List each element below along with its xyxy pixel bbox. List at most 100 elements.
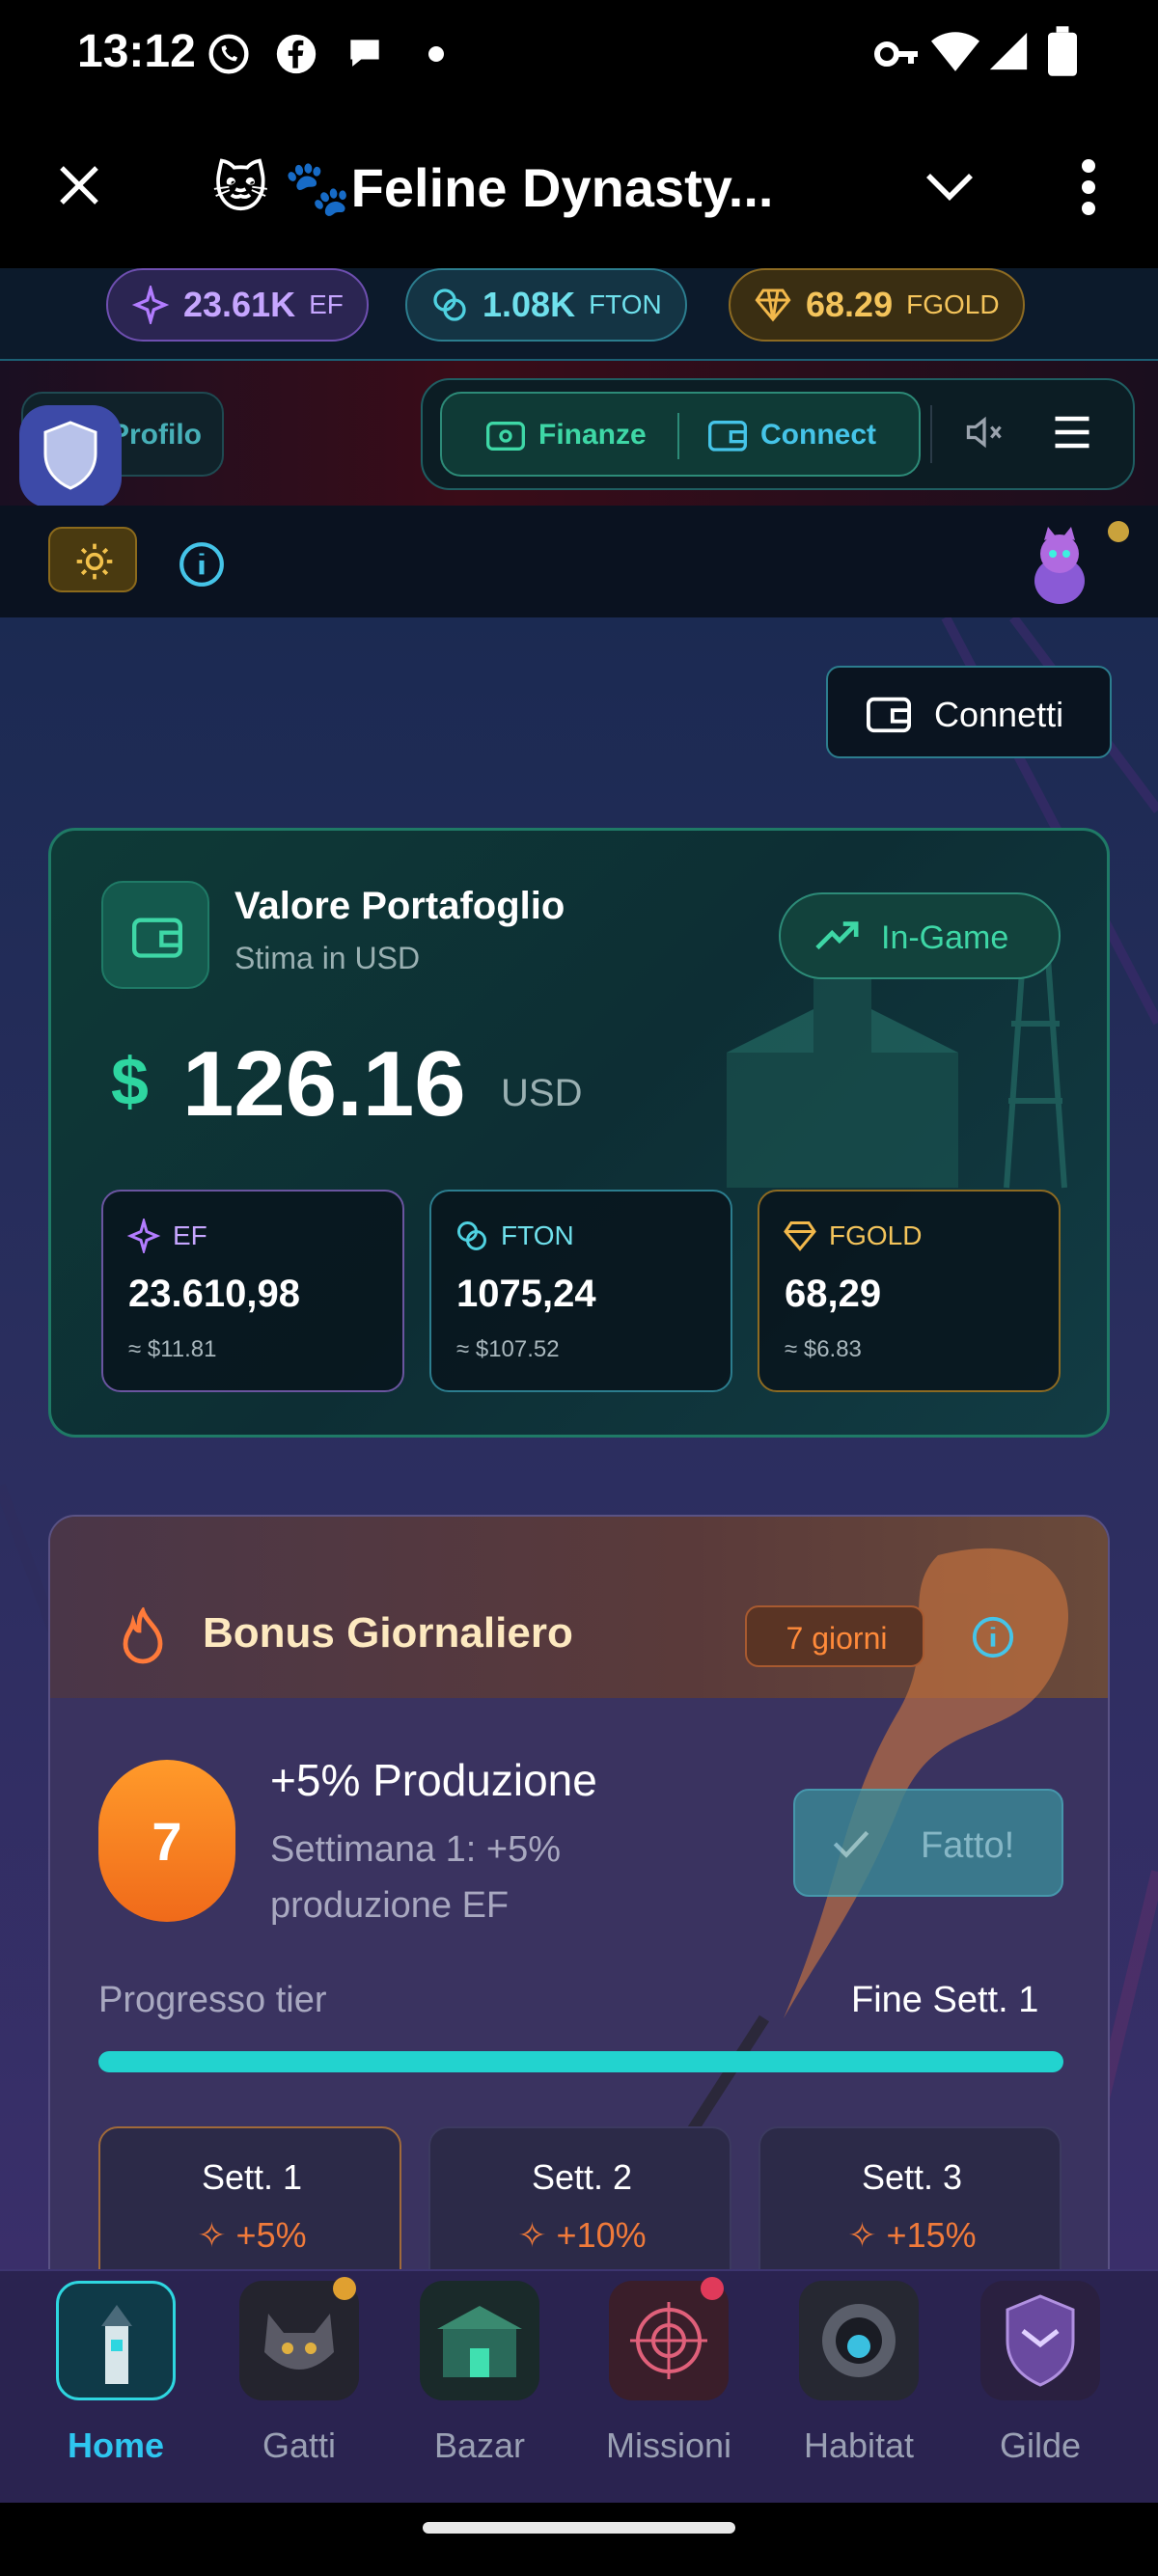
connetti-button[interactable]: Connetti	[826, 666, 1112, 758]
home-indicator[interactable]	[423, 2522, 735, 2534]
week-bonus-value: +5%	[235, 2215, 307, 2255]
divider	[677, 413, 679, 459]
sparkle-icon	[126, 1219, 161, 1253]
sun-icon	[76, 543, 113, 580]
days-badge: 7 giorni	[745, 1605, 924, 1667]
week-label: Sett. 2	[531, 2157, 633, 2197]
asset-card-fton[interactable]: FTON 1075,24 ≈ $107.52	[429, 1190, 732, 1392]
ef-unit: EF	[309, 289, 344, 319]
cat-mascot-icon[interactable]	[1023, 523, 1096, 610]
asset-value: 23.610,98	[128, 1273, 300, 1315]
in-game-badge[interactable]: In-Game	[779, 892, 1061, 979]
fton-unit: FTON	[589, 289, 662, 319]
info-icon[interactable]	[178, 540, 226, 589]
chevron-down-icon[interactable]	[924, 166, 975, 205]
shop-icon	[420, 2281, 539, 2400]
home-icon	[56, 2281, 176, 2400]
asset-usd: ≈ $6.83	[785, 1336, 862, 1362]
currency-pill-fgold[interactable]: 68.29 FGOLD	[729, 268, 1025, 342]
progress-label: Progresso tier	[98, 1980, 327, 2020]
notification-dot-icon	[428, 46, 444, 62]
bottom-nav: Home Gatti Bazar Missioni Habitat Gilde	[0, 2269, 1158, 2503]
check-icon	[833, 1830, 869, 1858]
portfolio-total: 126.16	[182, 1032, 466, 1136]
in-game-label: In-Game	[881, 919, 1009, 956]
daily-bonus-card: Bonus Giornaliero 7 giorni 7 +5% Produzi…	[48, 1515, 1110, 2269]
asset-name: FGOLD	[829, 1220, 923, 1250]
notification-dot-icon	[1108, 521, 1129, 542]
theme-toggle[interactable]	[48, 527, 137, 592]
day-number: 7	[152, 1811, 182, 1872]
week-card[interactable]: Sett. 1 ✧ +5%	[98, 2126, 401, 2269]
wifi-icon	[931, 32, 979, 71]
messenger-icon	[350, 40, 379, 67]
currency-pill-fton[interactable]: 1.08K FTON	[405, 268, 687, 342]
menu-icon[interactable]	[1052, 413, 1092, 452]
dollar-sign: $	[111, 1044, 149, 1119]
banknote-icon	[486, 422, 525, 451]
mute-icon[interactable]	[963, 411, 1006, 453]
app-bar: 🐱 🐾Feline Dynasty...	[0, 106, 1158, 268]
close-icon[interactable]	[56, 162, 102, 208]
status-time: 13:12	[77, 26, 196, 77]
nav-gilde[interactable]: Gilde	[949, 2271, 1132, 2505]
flame-icon	[123, 1607, 163, 1664]
portfolio-subtitle: Stima in USD	[234, 941, 421, 975]
week-card[interactable]: Sett. 2 ✧ +10%	[428, 2126, 731, 2269]
app-title: 🐱 🐾Feline Dynasty...	[212, 157, 774, 218]
progress-bar-fill	[98, 2051, 1063, 2072]
nav-habitat[interactable]: Habitat	[767, 2271, 951, 2505]
header-row: Profilo Finanze Connect	[0, 361, 1158, 509]
asset-name: FTON	[501, 1220, 574, 1250]
portfolio-card: Valore Portafoglio Stima in USD In-Game …	[48, 828, 1110, 1438]
asset-card-fgold[interactable]: FGOLD 68,29 ≈ $6.83	[758, 1190, 1061, 1392]
notification-dot-icon	[333, 2277, 356, 2300]
nav-label: Habitat	[803, 2425, 915, 2465]
battery-icon	[1048, 26, 1077, 76]
portfolio-unit: USD	[501, 1072, 583, 1114]
shield-avatar-icon[interactable]	[17, 403, 124, 509]
currency-pill-ef[interactable]: 23.61K EF	[106, 268, 369, 342]
finanze-button[interactable]: Finanze	[538, 419, 647, 452]
divider	[930, 405, 932, 463]
asset-card-ef[interactable]: EF 23.610,98 ≈ $11.81	[101, 1190, 404, 1392]
sparkle-icon	[131, 286, 170, 324]
bonus-description: Settimana 1: +5% produzione EF	[270, 1829, 562, 1926]
profile-label: Profilo	[110, 419, 202, 451]
notification-dot-icon	[701, 2277, 724, 2300]
done-label: Fatto!	[921, 1825, 1015, 1866]
days-badge-label: 7 giorni	[786, 1621, 888, 1656]
nav-label: Bazar	[433, 2425, 526, 2465]
progress-bar-track	[98, 2051, 1063, 2072]
more-vert-icon[interactable]	[1071, 158, 1106, 216]
week-label: Sett. 3	[861, 2157, 963, 2197]
nav-label: Home	[67, 2425, 165, 2465]
connect-button[interactable]: Connect	[760, 419, 876, 452]
wallet-icon-box	[101, 881, 209, 989]
coins-icon	[457, 1221, 486, 1250]
fgold-amount: 68.29	[806, 285, 894, 324]
nav-home[interactable]: Home	[24, 2271, 207, 2505]
nav-label: Gilde	[999, 2425, 1082, 2465]
signal-icon	[989, 32, 1028, 70]
nav-missioni[interactable]: Missioni	[577, 2271, 760, 2505]
week-card[interactable]: Sett. 3 ✧ +15%	[758, 2126, 1062, 2269]
asset-value: 1075,24	[456, 1273, 596, 1315]
wallet-icon	[132, 918, 182, 958]
nav-gatti[interactable]: Gatti	[207, 2271, 391, 2505]
bonus-headline: +5% Produzione	[270, 1755, 597, 1805]
guild-shield-icon	[980, 2281, 1100, 2400]
asset-usd: ≈ $107.52	[456, 1336, 560, 1362]
week-bonus-value: +10%	[556, 2215, 647, 2255]
asset-value: 68,29	[785, 1273, 882, 1315]
progress-end-label: Fine Sett. 1	[851, 1980, 1039, 2020]
done-button[interactable]: Fatto!	[793, 1789, 1063, 1897]
info-icon[interactable]	[971, 1615, 1015, 1659]
gesture-area	[0, 2503, 1158, 2576]
nav-bazar[interactable]: Bazar	[388, 2271, 571, 2505]
whatsapp-icon	[208, 34, 249, 74]
ef-amount: 23.61K	[183, 285, 296, 324]
bonus-title: Bonus Giornaliero	[203, 1609, 573, 1657]
habitat-icon	[799, 2281, 919, 2400]
connetti-label: Connetti	[934, 695, 1064, 734]
